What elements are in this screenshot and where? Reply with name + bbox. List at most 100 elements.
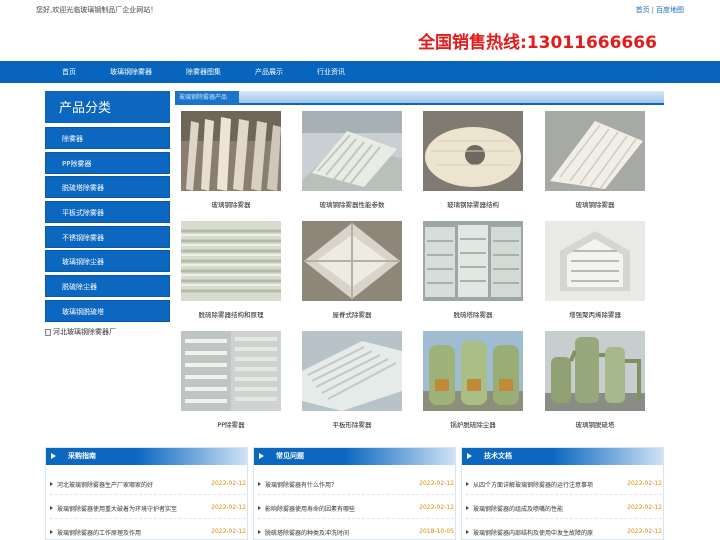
product-name[interactable]: 玻璃钢除雾器性能参数 (302, 199, 402, 209)
product-card[interactable]: 平板形除雾器 (302, 331, 402, 429)
sidebar-item-demister[interactable]: 除雾器 (45, 127, 170, 149)
divider (466, 494, 662, 495)
list-item[interactable]: 玻璃钢除雾器使用重大破着为环境守护者实至 2022-02-12 (50, 503, 246, 515)
nav-item-gallery[interactable]: 除雾器图集 (186, 61, 221, 83)
list-item[interactable]: 影响除雾器使用寿命的因素有哪些 2022-02-12 (258, 503, 454, 515)
product-name[interactable]: 玻璃钢除雾器 (545, 199, 645, 209)
product-name[interactable]: PP除雾器 (181, 419, 281, 429)
bullet-icon (50, 506, 53, 510)
nav-item-products[interactable]: 产品展示 (255, 61, 283, 83)
product-name[interactable]: 脱硫除雾器结构和原理 (181, 309, 281, 319)
panel-title[interactable]: 常见问题 (276, 448, 304, 465)
divider (258, 494, 454, 495)
list-item[interactable]: 从四个方面详解玻璃钢除雾器的运行注意事项 2022-02-12 (466, 479, 662, 491)
sidebar-image[interactable]: 河北玻璃钢除雾器厂 (45, 325, 170, 339)
product-image[interactable] (545, 221, 645, 301)
bullet-icon (258, 482, 261, 486)
main-nav: 首页 玻璃钢除雾器 除雾器图集 产品展示 行业资讯 (0, 61, 720, 83)
product-card[interactable]: 屋脊式除雾器 (302, 221, 402, 319)
panel-header: 技术文档 (462, 448, 663, 465)
product-image[interactable] (423, 111, 523, 191)
article-title[interactable]: 从四个方面详解玻璃钢除雾器的运行注意事项 (473, 480, 593, 489)
list-item[interactable]: 玻璃钢除雾器的工作原理及作用 2022-02-12 (50, 527, 246, 539)
product-name[interactable]: 玻璃钢除雾器 (181, 199, 281, 209)
sidebar-item-frp-desulfurization-tower[interactable]: 玻璃钢脱硫塔 (45, 299, 170, 322)
article-title[interactable]: 玻璃钢除雾器的组成及喷嘴的性能 (473, 504, 563, 513)
product-card[interactable]: 玻璃钢除雾器结构 (423, 111, 523, 209)
triangle-right-icon (51, 453, 56, 459)
product-name[interactable]: 增强聚丙烯除雾器 (545, 309, 645, 319)
product-image[interactable] (423, 331, 523, 411)
article-title[interactable]: 玻璃钢除雾器的工作原理及作用 (57, 528, 141, 537)
product-image[interactable] (423, 221, 523, 301)
product-card[interactable]: 玻璃钢除雾器性能参数 (302, 111, 402, 209)
product-image[interactable] (545, 111, 645, 191)
sidebar-item-frp-dust-collector[interactable]: 玻璃钢除尘器 (45, 250, 170, 273)
baidu-map-link[interactable]: 百度地图 (656, 6, 684, 14)
sidebar: 产品分类 除雾器 PP除雾器 脱硫塔除雾器 平板式除雾器 不锈钢除雾器 玻璃钢除… (45, 91, 170, 325)
product-card[interactable]: PP除雾器 (181, 331, 281, 429)
product-name[interactable]: 锅炉脱硫除尘器 (423, 419, 523, 429)
product-name[interactable]: 屋脊式除雾器 (302, 309, 402, 319)
panel-title[interactable]: 采购指南 (68, 448, 96, 465)
product-name[interactable]: 玻璃钢脱硫塔 (545, 419, 645, 429)
triangle-right-icon (467, 453, 472, 459)
article-title[interactable]: 脱硫塔除雾器的种类及冲洗时间 (265, 528, 349, 537)
broken-image-icon (45, 328, 51, 336)
sidebar-item-desulfurization-dust-collector[interactable]: 脱硫除尘器 (45, 275, 170, 298)
article-title[interactable]: 玻璃钢除雾器内部结构及使用中发生故障的原 (473, 528, 593, 537)
sidebar-item-pp-demister[interactable]: PP除雾器 (45, 151, 170, 174)
nav-item-news[interactable]: 行业资讯 (317, 61, 345, 83)
welcome-text: 您好,欢迎光临玻璃钢制品厂企业网站！ (36, 6, 158, 14)
article-title[interactable]: 影响除雾器使用寿命的因素有哪些 (265, 504, 355, 513)
products-tab[interactable]: 玻璃钢除雾器产品 (175, 91, 239, 105)
product-image[interactable] (181, 331, 281, 411)
tech-docs-panel: 技术文档 从四个方面详解玻璃钢除雾器的运行注意事项 2022-02-12 玻璃钢… (461, 447, 664, 540)
product-image[interactable] (302, 221, 402, 301)
sidebar-item-flat-demister[interactable]: 平板式除雾器 (45, 201, 170, 224)
article-title[interactable]: 玻璃钢除雾器使用重大破着为环境守护者实至 (57, 504, 177, 513)
article-date: 2022-02-12 (211, 480, 246, 487)
list-item[interactable]: 河北玻璃钢除雾器生产厂家哪家的好 2022-02-12 (50, 479, 246, 491)
article-date: 2022-02-12 (419, 504, 454, 511)
product-image[interactable] (181, 111, 281, 191)
product-name[interactable]: 玻璃钢除雾器结构 (423, 199, 523, 209)
product-image[interactable] (545, 331, 645, 411)
top-bar: 您好,欢迎光临玻璃钢制品厂企业网站！ 首页 | 百度地图 (0, 0, 720, 18)
product-name[interactable]: 脱硫塔除雾器 (423, 309, 523, 319)
product-name[interactable]: 平板形除雾器 (302, 419, 402, 429)
sidebar-item-desulfurization-tower-demister[interactable]: 脱硫塔除雾器 (45, 176, 170, 199)
panel-header: 常见问题 (254, 448, 455, 465)
article-title[interactable]: 玻璃钢除雾器有什么作用？ (265, 480, 337, 489)
article-date: 2022-02-12 (419, 480, 454, 487)
sidebar-title: 产品分类 (45, 91, 170, 123)
product-image[interactable] (302, 331, 402, 411)
list-item[interactable]: 玻璃钢除雾器的组成及喷嘴的性能 2022-02-12 (466, 503, 662, 515)
article-date: 2022-02-12 (627, 528, 662, 535)
product-card[interactable]: 脱硫塔除雾器 (423, 221, 523, 319)
sales-hotline: 全国销售热线:13011666666 (418, 33, 657, 53)
article-date: 2018-10-05 (419, 528, 454, 535)
home-link[interactable]: 首页 (636, 6, 650, 14)
nav-item-home[interactable]: 首页 (62, 61, 76, 83)
product-card[interactable]: 玻璃钢脱硫塔 (545, 331, 645, 429)
product-card[interactable]: 玻璃钢除雾器 (181, 111, 281, 209)
purchase-guide-panel: 采购指南 河北玻璃钢除雾器生产厂家哪家的好 2022-02-12 玻璃钢除雾器使… (45, 447, 248, 540)
list-item[interactable]: 玻璃钢除雾器有什么作用？ 2022-02-12 (258, 479, 454, 491)
product-image[interactable] (181, 221, 281, 301)
list-item[interactable]: 脱硫塔除雾器的种类及冲洗时间 2018-10-05 (258, 527, 454, 539)
product-card[interactable]: 玻璃钢除雾器 (545, 111, 645, 209)
bullet-icon (50, 482, 53, 486)
product-card[interactable]: 锅炉脱硫除尘器 (423, 331, 523, 429)
product-image[interactable] (302, 111, 402, 191)
article-title[interactable]: 河北玻璃钢除雾器生产厂家哪家的好 (57, 480, 153, 489)
nav-item-frp-demister[interactable]: 玻璃钢除雾器 (110, 61, 152, 83)
product-card[interactable]: 脱硫除雾器结构和原理 (181, 221, 281, 319)
sidebar-item-stainless-demister[interactable]: 不锈钢除雾器 (45, 225, 170, 248)
product-card[interactable]: 增强聚丙烯除雾器 (545, 221, 645, 319)
bullet-icon (466, 530, 469, 534)
panel-title[interactable]: 技术文档 (484, 448, 512, 465)
sidebar-list: 除雾器 PP除雾器 脱硫塔除雾器 平板式除雾器 不锈钢除雾器 玻璃钢除尘器 脱硫… (45, 127, 170, 322)
list-item[interactable]: 玻璃钢除雾器内部结构及使用中发生故障的原 2022-02-12 (466, 527, 662, 539)
bullet-icon (466, 482, 469, 486)
